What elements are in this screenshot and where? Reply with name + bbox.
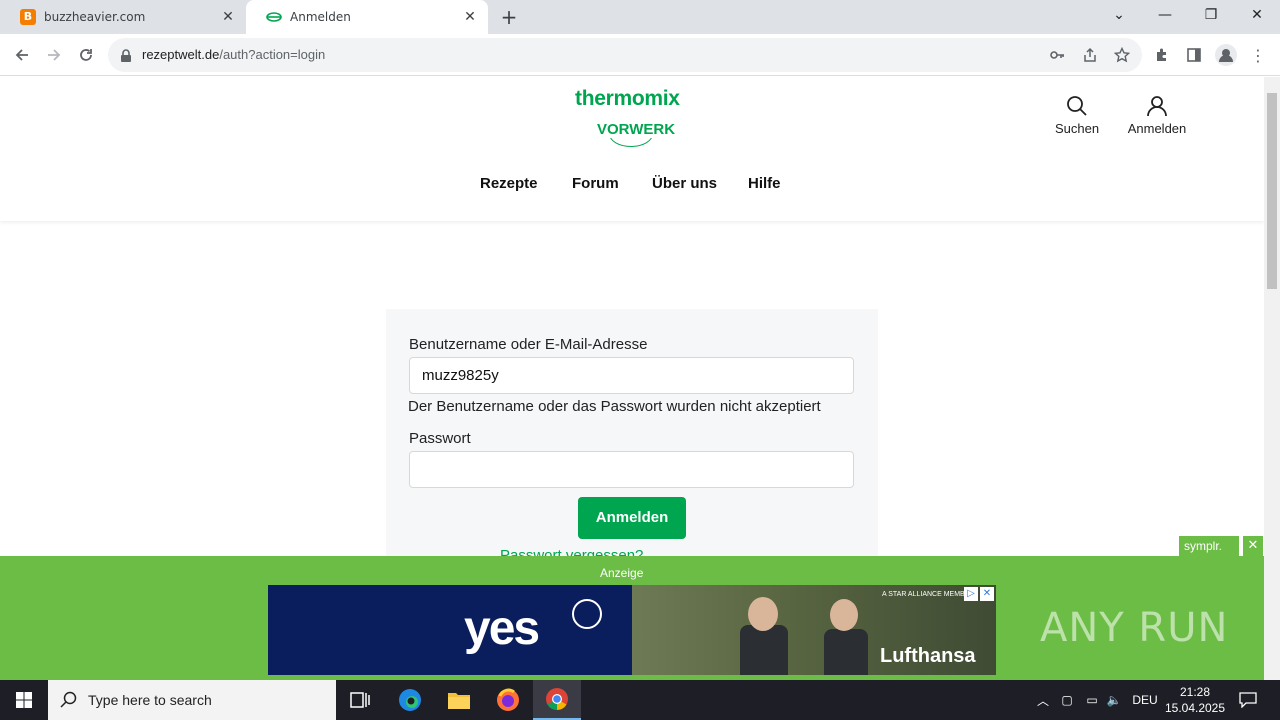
- site-header: thermomix VORWERK Suchen Anmelden Rezept…: [0, 77, 1264, 221]
- key-icon[interactable]: [1049, 47, 1065, 67]
- firefox-icon[interactable]: [484, 680, 532, 720]
- nav-ueber-uns[interactable]: Über uns: [652, 175, 717, 192]
- vorwerk-logo[interactable]: VORWERK: [595, 121, 678, 138]
- close-window-icon[interactable]: ✕: [1234, 0, 1280, 30]
- bookmark-star-icon[interactable]: [1113, 46, 1131, 67]
- close-tab-icon[interactable]: ✕: [462, 9, 478, 25]
- side-panel-icon[interactable]: [1181, 42, 1207, 68]
- input-language[interactable]: DEU: [1130, 680, 1160, 720]
- minimize-icon[interactable]: —: [1142, 0, 1188, 30]
- profile-icon[interactable]: [1213, 42, 1239, 68]
- taskbar-search-placeholder: Type here to search: [88, 692, 212, 708]
- ad-banner-bar: Anzeige yes A STAR ALLIANCE MEMBER ▷ ✕ L…: [0, 556, 1264, 680]
- tab-title: buzzheavier.com: [44, 10, 146, 24]
- page-scrollbar[interactable]: [1264, 77, 1280, 680]
- tab-strip: B buzzheavier.com ✕ Anmelden ✕ + ⌄ — ❐ ✕: [0, 0, 1280, 34]
- ad-provider-badge[interactable]: symplr.: [1179, 536, 1239, 556]
- ad-dismiss-icon[interactable]: ✕: [980, 587, 994, 601]
- url-text: rezeptwelt.de/auth?action=login: [142, 47, 326, 62]
- clock-time: 21:28: [1179, 685, 1211, 699]
- extensions-icon[interactable]: [1149, 42, 1175, 68]
- clock-date: 15.04.2025: [1164, 701, 1226, 715]
- windows-start-icon[interactable]: [0, 680, 48, 720]
- lufthansa-crane-icon: [572, 599, 602, 629]
- tab-buzzheavier[interactable]: B buzzheavier.com ✕: [0, 0, 246, 34]
- menu-kebab-icon[interactable]: ⋮: [1245, 42, 1271, 68]
- nav-rezepte[interactable]: Rezepte: [480, 175, 538, 192]
- ad-label: Anzeige: [600, 566, 644, 580]
- chrome-taskbar-icon[interactable]: [533, 680, 581, 720]
- taskbar-search-box[interactable]: Type here to search: [48, 680, 336, 720]
- password-input[interactable]: [409, 451, 854, 488]
- anyrun-watermark: ANY RUN: [1040, 605, 1229, 651]
- login-error-message: Der Benutzername oder das Passwort wurde…: [408, 398, 821, 415]
- login-label: Anmelden: [1127, 121, 1187, 136]
- tab-anmelden[interactable]: Anmelden ✕: [246, 0, 488, 34]
- search-button[interactable]: Suchen: [1051, 95, 1103, 136]
- meet-now-icon[interactable]: ▢: [1058, 680, 1076, 720]
- scrollbar-thumb[interactable]: [1267, 93, 1277, 289]
- notifications-icon[interactable]: [1234, 680, 1262, 720]
- volume-icon[interactable]: 🔈: [1104, 680, 1124, 720]
- edge-icon[interactable]: [386, 680, 434, 720]
- address-bar[interactable]: rezeptwelt.de/auth?action=login: [108, 38, 1142, 72]
- restore-icon[interactable]: ❐: [1188, 0, 1234, 30]
- ad-person-head: [830, 599, 858, 631]
- browser-toolbar: rezeptwelt.de/auth?action=login ⋮: [0, 34, 1280, 76]
- login-header-button[interactable]: Anmelden: [1122, 95, 1192, 136]
- blogger-favicon-icon: B: [20, 9, 36, 25]
- nav-hilfe[interactable]: Hilfe: [748, 175, 781, 192]
- file-explorer-icon[interactable]: [435, 680, 483, 720]
- search-label: Suchen: [1054, 121, 1100, 136]
- adchoices-icon[interactable]: ▷: [964, 587, 978, 601]
- ad-headline: yes: [464, 602, 540, 655]
- task-view-icon[interactable]: [336, 680, 384, 720]
- tray-overflow-chevron-icon[interactable]: ︿: [1034, 680, 1052, 720]
- ad-person-body: [740, 625, 788, 675]
- close-tab-icon[interactable]: ✕: [220, 9, 236, 25]
- search-icon: [1051, 95, 1103, 121]
- username-input[interactable]: muzz9825y: [409, 357, 854, 394]
- windows-taskbar: Type here to search ︿ ▢ ▭ 🔈 DEU 21:28 15…: [0, 680, 1280, 720]
- lock-icon[interactable]: [120, 48, 132, 67]
- ad-close-icon[interactable]: ✕: [1243, 536, 1263, 556]
- tab-title: Anmelden: [290, 10, 351, 24]
- tab-search-chevron-icon[interactable]: ⌄: [1096, 0, 1142, 30]
- ad-brand: Lufthansa: [880, 645, 976, 667]
- share-icon[interactable]: [1082, 47, 1098, 67]
- search-icon: [60, 691, 78, 713]
- back-icon[interactable]: [9, 42, 35, 68]
- nav-forum[interactable]: Forum: [572, 175, 619, 192]
- login-submit-button[interactable]: Anmelden: [578, 497, 686, 539]
- network-icon[interactable]: ▭: [1082, 680, 1102, 720]
- clock[interactable]: 21:28 15.04.2025: [1162, 680, 1228, 720]
- star-alliance-text: A STAR ALLIANCE MEMBER: [882, 591, 975, 598]
- password-label: Passwort: [409, 430, 471, 447]
- ad-person-body: [824, 629, 868, 675]
- ad-creative-right[interactable]: A STAR ALLIANCE MEMBER ▷ ✕ Lufthansa: [632, 585, 996, 675]
- reload-icon[interactable]: [73, 42, 99, 68]
- username-label: Benutzername oder E-Mail-Adresse: [409, 336, 648, 353]
- ad-person-head: [748, 597, 778, 631]
- rezeptwelt-favicon-icon: [266, 9, 282, 25]
- ad-choice-icons[interactable]: ▷ ✕: [964, 587, 994, 601]
- page-content: thermomix VORWERK Suchen Anmelden Rezept…: [0, 77, 1264, 680]
- thermomix-logo[interactable]: thermomix: [575, 87, 680, 111]
- user-icon: [1122, 95, 1192, 121]
- new-tab-icon[interactable]: +: [498, 6, 520, 28]
- forward-icon[interactable]: [41, 42, 67, 68]
- ad-creative-left[interactable]: yes: [268, 585, 632, 675]
